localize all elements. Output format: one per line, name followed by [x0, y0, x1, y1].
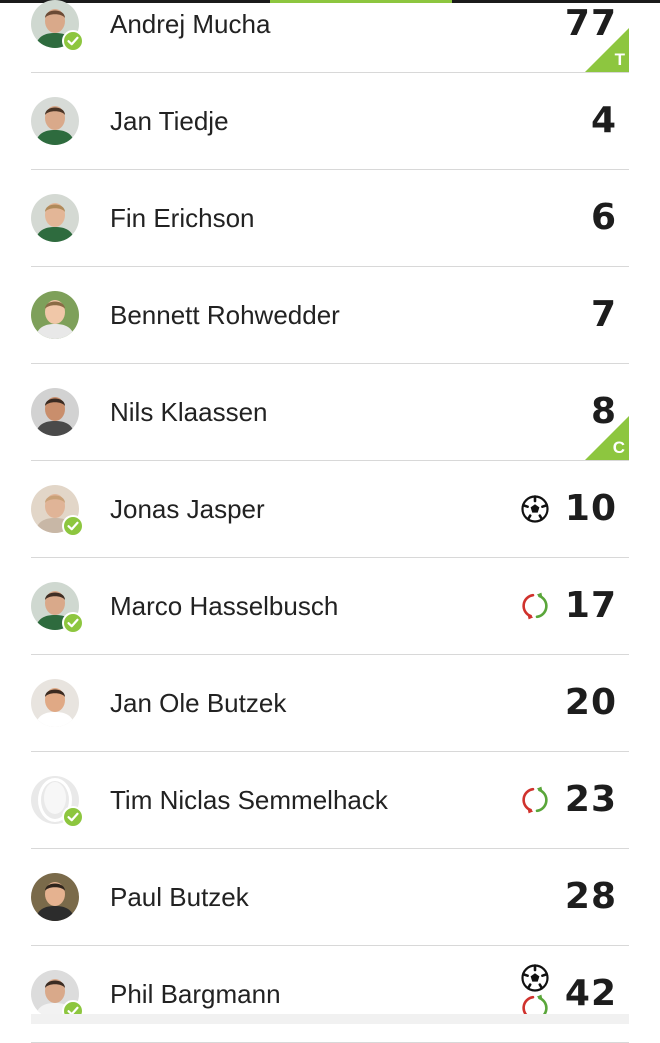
player-name: Paul Butzek — [110, 882, 249, 912]
shirt-number: 42 — [564, 973, 617, 1014]
confirmed-check-icon — [62, 515, 84, 537]
role-badge: C — [585, 416, 629, 460]
player-avatar — [31, 388, 79, 436]
player-name: Jonas Jasper — [110, 494, 265, 524]
shirt-number: 17 — [564, 585, 617, 626]
substitution-icon — [521, 592, 549, 625]
player-row[interactable]: Marco Hasselbusch 17 — [31, 558, 629, 655]
shirt-number: 20 — [564, 682, 617, 723]
lineup-list: Andrej Mucha 77 T Jan Tiedje 4 Fin Erichson 6 B… — [0, 0, 660, 1043]
event-icons — [519, 461, 551, 557]
player-avatar — [31, 873, 79, 921]
role-badge-letter: C — [612, 438, 625, 457]
role-badge-letter: T — [614, 50, 625, 69]
player-name: Nils Klaassen — [110, 397, 268, 427]
player-name: Bennett Rohwedder — [110, 300, 340, 330]
player-row[interactable]: Paul Butzek 28 — [31, 849, 629, 946]
player-row[interactable]: Tim Niclas Semmelhack 23 — [31, 752, 629, 849]
shirt-number: 23 — [564, 779, 617, 820]
shirt-number: 10 — [564, 488, 617, 529]
confirmed-check-icon — [62, 806, 84, 828]
shirt-number: 6 — [590, 197, 617, 238]
player-name: Fin Erichson — [110, 203, 255, 233]
shirt-number: 4 — [590, 100, 617, 141]
player-row[interactable]: Fin Erichson 6 — [31, 170, 629, 267]
player-avatar — [31, 97, 79, 145]
player-row[interactable]: Bennett Rohwedder 7 — [31, 267, 629, 364]
player-name: Marco Hasselbusch — [110, 591, 339, 621]
player-row[interactable]: Andrej Mucha 77 T — [31, 0, 629, 73]
player-name: Phil Bargmann — [110, 979, 281, 1009]
ball-icon — [521, 495, 549, 528]
player-row[interactable]: Jonas Jasper 10 — [31, 461, 629, 558]
player-name: Jan Ole Butzek — [110, 688, 287, 718]
player-avatar — [31, 291, 79, 339]
list-footer-edge — [31, 1014, 629, 1024]
player-row[interactable]: Jan Ole Butzek 20 — [31, 655, 629, 752]
player-avatar — [31, 679, 79, 727]
player-name: Andrej Mucha — [110, 9, 271, 39]
shirt-number: 28 — [564, 876, 617, 917]
confirmed-check-icon — [62, 612, 84, 634]
confirmed-check-icon — [62, 30, 84, 52]
player-name: Jan Tiedje — [110, 106, 229, 136]
event-icons — [519, 752, 551, 848]
shirt-number: 7 — [590, 294, 617, 335]
player-name: Tim Niclas Semmelhack — [110, 785, 388, 815]
player-row[interactable]: Nils Klaassen 8 C — [31, 364, 629, 461]
role-badge: T — [585, 28, 629, 72]
event-icons — [519, 558, 551, 654]
event-icons — [519, 946, 551, 1042]
player-row[interactable]: Jan Tiedje 4 — [31, 73, 629, 170]
player-avatar — [31, 194, 79, 242]
substitution-icon — [521, 786, 549, 819]
ball-icon — [521, 964, 549, 997]
player-row[interactable]: Phil Bargmann 42 — [31, 946, 629, 1043]
